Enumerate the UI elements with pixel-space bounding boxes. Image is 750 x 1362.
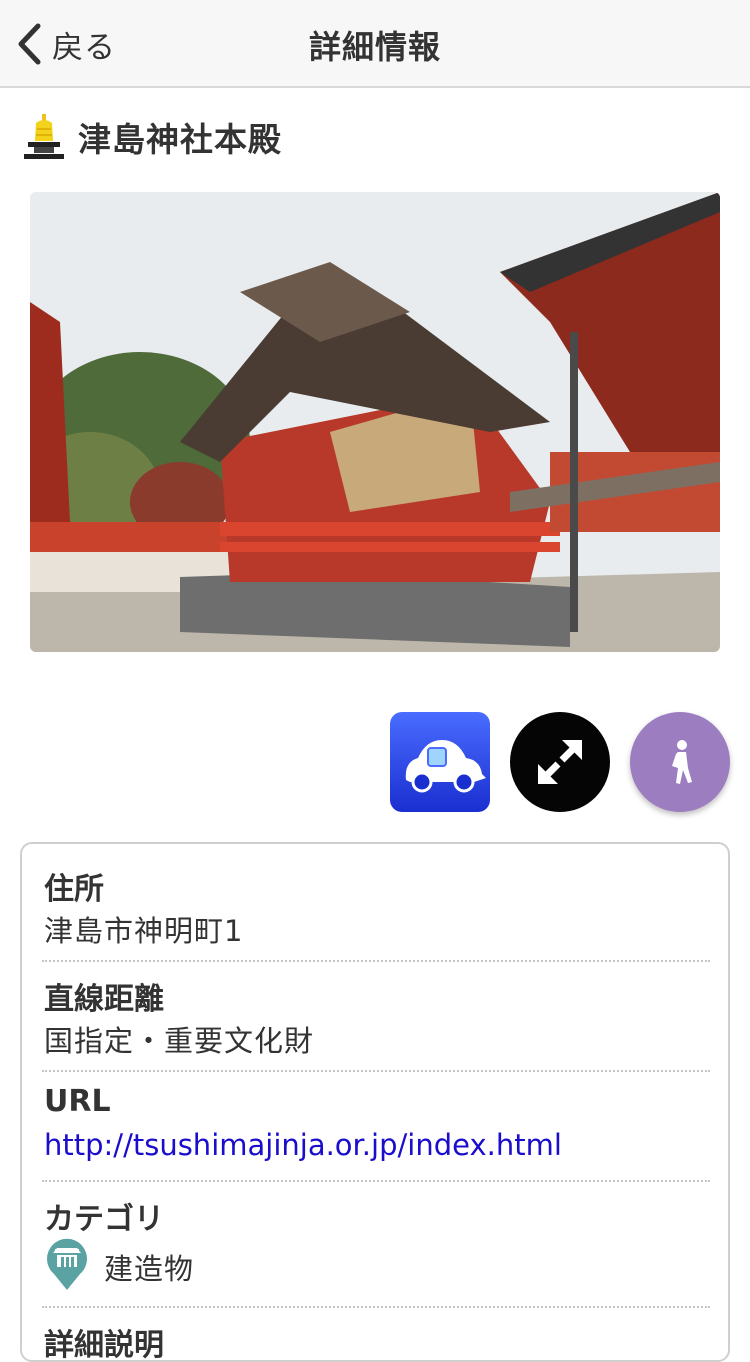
shrine-photo-image: [30, 192, 720, 652]
url-label: URL: [44, 1084, 111, 1119]
distance-row: 直線距離 国指定・重要文化財: [42, 960, 710, 1072]
distance-value: 国指定・重要文化財: [44, 1024, 315, 1058]
expand-arrows-icon: [538, 740, 582, 784]
address-label: 住所: [44, 872, 104, 907]
expand-button[interactable]: [510, 712, 610, 812]
pedestrian-icon: [672, 740, 692, 784]
url-row: URL http://tsushimajinja.or.jp/index.htm…: [42, 1070, 710, 1182]
description-label: 詳細説明: [44, 1328, 164, 1362]
category-row: カテゴリ 建造物: [42, 1180, 710, 1308]
distance-label: 直線距離: [44, 982, 164, 1017]
place-name: 津島神社本殿: [78, 120, 282, 159]
walking-navigation-button[interactable]: [630, 712, 730, 812]
url-link[interactable]: http://tsushimajinja.or.jp/index.html: [44, 1128, 562, 1162]
address-row: 住所 津島市神明町1: [42, 844, 710, 962]
building-pin-icon: [47, 1238, 87, 1290]
car-icon: [405, 740, 486, 793]
page-title: 詳細情報: [308, 28, 441, 66]
description-row: 詳細説明: [42, 1306, 710, 1362]
car-navigation-button[interactable]: [390, 712, 490, 812]
category-value: 建造物: [104, 1252, 195, 1286]
category-label: カテゴリ: [44, 1202, 164, 1237]
details-card: 住所 津島市神明町1 直線距離 国指定・重要文化財 URL http://tsu…: [20, 842, 730, 1362]
temple-bell-icon: [24, 114, 64, 159]
place-title: 津島神社本殿: [22, 112, 282, 162]
place-photo[interactable]: [30, 192, 720, 652]
navigation-bar: 戻る 詳細情報: [0, 0, 750, 88]
address-value: 津島市神明町1: [44, 914, 244, 948]
